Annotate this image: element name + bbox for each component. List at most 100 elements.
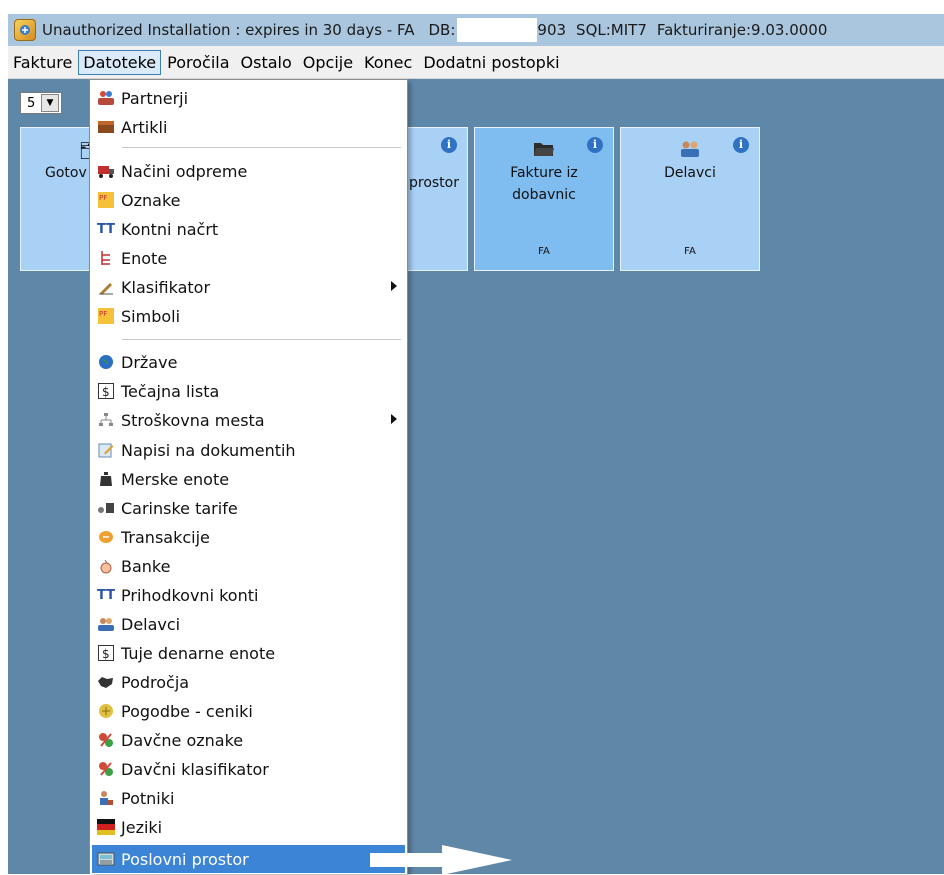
menu-item-drzave[interactable]: Države [92, 348, 405, 376]
svg-text:$: $ [102, 647, 110, 661]
piggy-bank-icon [96, 556, 116, 576]
tile-fakture-iz-dobavnic[interactable]: i Fakture iz dobavnic FA [474, 127, 614, 271]
menu-item-napisi-na-dokumentih[interactable]: Napisi na dokumentih [92, 436, 405, 464]
menu-fakture[interactable]: Fakture [8, 50, 77, 75]
svg-text:PF: PF [99, 194, 107, 202]
menu-datoteke[interactable]: Datoteke [78, 49, 162, 75]
menu-item-label: Načini odpreme [121, 161, 248, 181]
menu-item-tecajna-lista[interactable]: $ Tečajna lista [92, 377, 405, 405]
weight-icon [96, 469, 116, 489]
db-name-redacted [457, 18, 538, 42]
menu-dodatni-postopki[interactable]: Dodatni postopki [418, 50, 564, 75]
transaction-icon [96, 527, 116, 547]
tax-icon [96, 730, 116, 750]
menu-opcije[interactable]: Opcije [298, 50, 358, 75]
menu-item-label: Simboli [121, 306, 181, 326]
menu-item-pogodbe-ceniki[interactable]: Pogodbe - ceniki [92, 697, 405, 725]
menu-item-simboli[interactable]: PF Simboli [92, 302, 405, 330]
tags-icon: PF [96, 306, 116, 326]
register-icon [96, 849, 116, 869]
menu-item-label: Stroškovna mesta [121, 410, 265, 430]
menu-item-podrocja[interactable]: Področja [92, 668, 405, 696]
contract-icon [96, 701, 116, 721]
tile-sub: FA [684, 246, 696, 257]
menu-konec[interactable]: Konec [359, 50, 417, 75]
menu-item-label: Delavci [121, 614, 181, 634]
region-icon [96, 672, 116, 692]
menu-item-label: Oznake [121, 190, 181, 210]
pencil-icon [96, 440, 116, 460]
menu-item-kontni-nacrt[interactable]: TT Kontni načrt [92, 215, 405, 243]
chevron-down-icon[interactable]: ▼ [41, 94, 59, 112]
partners-icon [96, 88, 116, 108]
box-icon [96, 117, 116, 137]
tax-icon [96, 759, 116, 779]
menu-item-label: Poslovni prostor [121, 849, 249, 869]
submenu-arrow-icon [391, 281, 397, 291]
info-icon[interactable]: i [441, 137, 457, 153]
datoteke-dropdown-menu: Partnerji Artikli Načini odpreme PF Ozna… [89, 79, 408, 874]
customs-icon [96, 498, 116, 518]
menu-item-oznake[interactable]: PF Oznake [92, 186, 405, 214]
pen-icon [96, 277, 116, 297]
menu-item-partnerji[interactable]: Partnerji [92, 84, 405, 112]
db-suffix: 903 [537, 21, 567, 39]
page-select-value: 5 [27, 95, 36, 111]
menu-item-tuje-denarne-enote[interactable]: $ Tuje denarne enote [92, 639, 405, 667]
menu-item-label: Banke [121, 556, 171, 576]
menu-item-artikli[interactable]: Artikli [92, 113, 405, 141]
menu-ostalo[interactable]: Ostalo [236, 50, 297, 75]
text-icon: TT [96, 221, 116, 237]
menu-item-klasifikator[interactable]: Klasifikator [92, 273, 405, 301]
menu-item-label: Pogodbe - ceniki [121, 701, 253, 721]
menu-item-label: Kontni načrt [121, 219, 219, 239]
menu-item-enote[interactable]: Enote [92, 244, 405, 272]
menu-item-carinske-tarife[interactable]: Carinske tarife [92, 494, 405, 522]
menu-item-merske-enote[interactable]: Merske enote [92, 465, 405, 493]
menu-separator [122, 147, 401, 148]
sql-server: SQL:MIT7 [576, 21, 647, 39]
menu-item-jeziki[interactable]: Jeziki [92, 813, 405, 841]
menu-item-label: Transakcije [121, 527, 210, 547]
title-bar: Unauthorized Installation : expires in 3… [8, 14, 944, 46]
menu-item-transakcije[interactable]: Transakcije [92, 523, 405, 551]
dollar-icon: $ [96, 381, 116, 401]
menu-bar: Fakture Datoteke Poročila Ostalo Opcije … [8, 46, 944, 79]
menu-item-label: Klasifikator [121, 277, 211, 297]
workers-icon [96, 614, 116, 634]
app-icon [14, 19, 36, 41]
menu-item-label: Prihodkovni konti [121, 585, 259, 605]
svg-text:$: $ [102, 385, 110, 399]
window-title: Unauthorized Installation : expires in 3… [42, 21, 415, 39]
menu-item-label: Enote [121, 248, 168, 268]
menu-item-poslovni-prostor[interactable]: Poslovni prostor [92, 845, 405, 873]
menu-item-davcni-klasifikator[interactable]: Davčni klasifikator [92, 755, 405, 783]
pointer-arrow-icon [370, 845, 512, 875]
menu-porocila[interactable]: Poročila [162, 50, 234, 75]
menu-item-label: Tuje denarne enote [121, 643, 276, 663]
dollar-icon: $ [96, 643, 116, 663]
app-version: Fakturiranje:9.03.0000 [656, 21, 828, 39]
menu-item-nacini-odpreme[interactable]: Načini odpreme [92, 157, 405, 185]
menu-item-label: Davčne oznake [121, 730, 244, 750]
menu-item-potniki[interactable]: Potniki [92, 784, 405, 812]
menu-item-label: Partnerji [121, 88, 189, 108]
menu-item-delavci[interactable]: Delavci [92, 610, 405, 638]
menu-item-prihodkovni-konti[interactable]: TT Prihodkovni konti [92, 581, 405, 609]
menu-item-label: Jeziki [121, 817, 163, 837]
menu-item-davcne-oznake[interactable]: Davčne oznake [92, 726, 405, 754]
page-select[interactable]: 5 ▼ [20, 92, 62, 114]
menu-item-banke[interactable]: Banke [92, 552, 405, 580]
menu-item-label: Področja [121, 672, 190, 692]
tile-delavci[interactable]: i Delavci FA [620, 127, 760, 271]
menu-separator [122, 339, 401, 340]
svg-text:PF: PF [99, 310, 107, 318]
globe-icon [96, 352, 116, 372]
person-icon [96, 788, 116, 808]
menu-item-stroskovna-mesta[interactable]: Stroškovna mesta [92, 406, 405, 434]
flag-icon [96, 817, 116, 837]
menu-item-label: Davčni klasifikator [121, 759, 269, 779]
db-label: DB: [428, 21, 456, 39]
menu-item-label: Artikli [121, 117, 168, 137]
menu-item-label: Napisi na dokumentih [121, 440, 296, 460]
